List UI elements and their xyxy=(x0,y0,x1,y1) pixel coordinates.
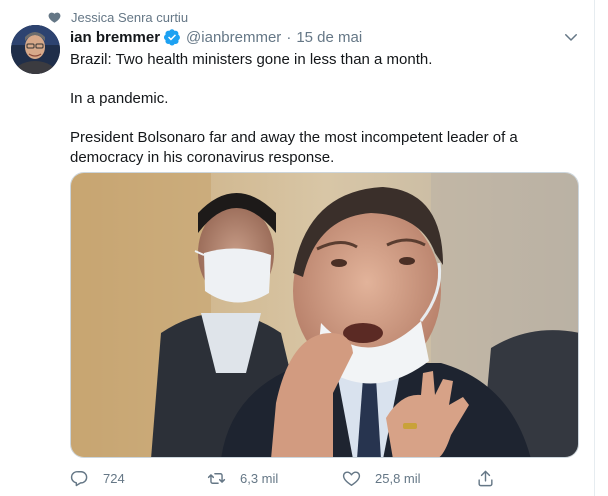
share-button[interactable] xyxy=(476,469,495,488)
tweet-date[interactable]: 15 de mai xyxy=(296,29,362,46)
tweet-header: ian bremmer @ianbremmer · 15 de mai xyxy=(70,26,362,48)
tweet-actions: 724 6,3 mil 25,8 mil xyxy=(70,466,510,490)
tweet-photo[interactable] xyxy=(70,172,579,458)
reply-button[interactable]: 724 xyxy=(70,469,125,488)
tweet-card[interactable]: Jessica Senra curtiu ian bremmer @ianbre… xyxy=(0,0,600,496)
tweet-paragraph: President Bolsonaro far and away the mos… xyxy=(70,129,518,166)
photo-image xyxy=(71,173,578,457)
author-handle[interactable]: @ianbremmer xyxy=(186,29,281,46)
avatar-image xyxy=(11,25,60,74)
avatar[interactable] xyxy=(11,25,60,74)
heart-icon xyxy=(48,12,61,23)
retweet-button[interactable]: 6,3 mil xyxy=(207,469,278,488)
tweet-paragraph: Brazil: Two health ministers gone in les… xyxy=(70,51,433,68)
tweet-text: Brazil: Two health ministers gone in les… xyxy=(70,50,570,187)
column-border xyxy=(594,0,595,496)
social-context: Jessica Senra curtiu xyxy=(48,9,188,25)
share-icon xyxy=(478,470,493,486)
separator-dot: · xyxy=(286,28,292,46)
like-count: 25,8 mil xyxy=(375,470,421,486)
verified-badge-icon xyxy=(164,29,180,46)
reply-count: 724 xyxy=(103,470,125,486)
retweet-icon xyxy=(207,472,226,484)
like-button[interactable]: 25,8 mil xyxy=(342,469,421,488)
reply-icon xyxy=(70,470,88,486)
social-context-text[interactable]: Jessica Senra curtiu xyxy=(71,10,188,25)
like-icon xyxy=(342,470,361,486)
chevron-down-icon[interactable] xyxy=(562,28,580,46)
display-name[interactable]: ian bremmer xyxy=(70,29,160,46)
retweet-count: 6,3 mil xyxy=(240,470,279,486)
tweet-paragraph: In a pandemic. xyxy=(70,90,169,107)
